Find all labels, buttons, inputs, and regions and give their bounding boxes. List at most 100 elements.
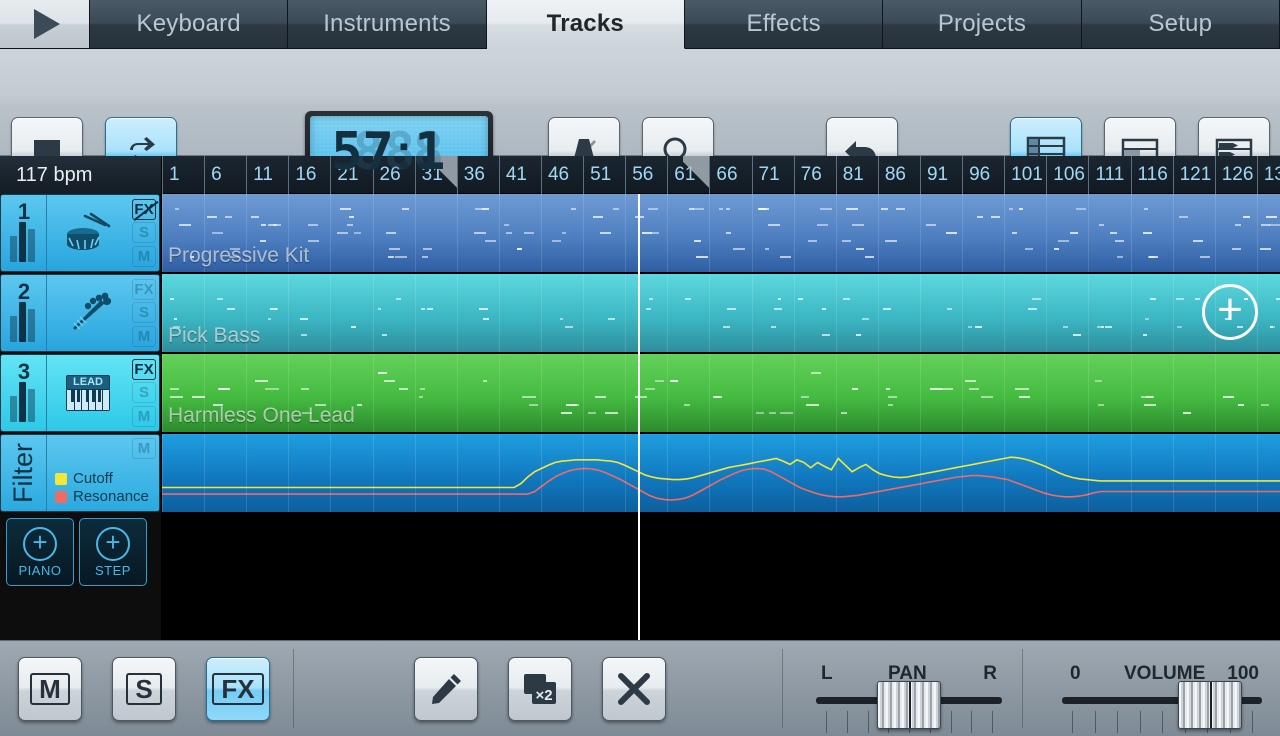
- add-step-track-button[interactable]: + STEP: [79, 518, 147, 586]
- position-beats: 1: [414, 122, 446, 182]
- track-buttons-2: FX S M: [129, 275, 159, 351]
- position-bars: 57: [331, 122, 394, 182]
- legend-item-resonance: Resonance: [55, 488, 149, 506]
- tab-projects[interactable]: Projects: [883, 0, 1082, 49]
- clip-progressive-kit[interactable]: Progressive Kit: [162, 194, 1280, 272]
- track-header-column: 1 FX S M 2 FX S M 3 LEAD FX S M Filter C…: [0, 194, 162, 640]
- tab-label: Instruments: [323, 10, 451, 37]
- duplicate-button[interactable]: ×2: [508, 657, 572, 721]
- track-number-cell: 2: [1, 275, 47, 351]
- solo-label: S: [126, 673, 162, 705]
- tab-label: Keyboard: [136, 10, 241, 37]
- add-button-label: PIANO: [18, 562, 62, 578]
- track-mute-button[interactable]: M: [132, 325, 156, 347]
- pan-slider[interactable]: L PAN R: [816, 663, 1002, 733]
- track-number-cell: 3: [1, 355, 47, 431]
- track-fx-button[interactable]: FX: [132, 279, 156, 301]
- transport-toolbar: 88 57 : 8 1: [0, 49, 1280, 193]
- timeline-lanes[interactable]: Progressive Kit Pick Bass Harmless One L…: [162, 194, 1280, 640]
- track-fx-button[interactable]: FX: [132, 359, 156, 381]
- track-buttons-3: FX S M: [129, 355, 159, 431]
- track-instrument-cell[interactable]: LEAD: [47, 355, 129, 431]
- mute-button[interactable]: M: [18, 657, 82, 721]
- clip-label: Harmless One Lead: [168, 404, 355, 427]
- close-x-icon: [618, 673, 650, 705]
- volume-slider[interactable]: 0 VOLUME 100: [1062, 663, 1262, 733]
- ruler-bar-number: 66: [709, 156, 751, 194]
- timeline-ruler[interactable]: 117 bpm 16111621263136414651566166717681…: [0, 156, 1280, 194]
- add-button-label: STEP: [95, 562, 131, 578]
- tab-effects[interactable]: Effects: [684, 0, 884, 49]
- ruler-bar-number: 106: [1046, 156, 1088, 194]
- track-buttons-1: FX S M: [129, 195, 159, 271]
- clip-notes: [162, 274, 1280, 352]
- track-header-1[interactable]: 1 FX S M: [0, 194, 160, 272]
- track-fx-button[interactable]: FX: [132, 199, 156, 221]
- lead-keyboard-icon: LEAD: [62, 371, 114, 415]
- ruler-bars[interactable]: 1611162126313641465156616671768186919610…: [162, 156, 1280, 194]
- add-track-row: + PIANO + STEP: [0, 514, 161, 586]
- duplicate-icon: ×2: [524, 674, 556, 704]
- ruler-bar-number: 16: [288, 156, 330, 194]
- track-level-meter: [10, 382, 35, 422]
- tab-label: Effects: [746, 10, 821, 37]
- tab-instruments[interactable]: Instruments: [288, 0, 487, 49]
- ruler-bar-number: 96: [962, 156, 1004, 194]
- automation-track-header[interactable]: Filter Cutoff Resonance M: [0, 434, 160, 512]
- tab-label: Setup: [1148, 10, 1213, 37]
- tab-setup[interactable]: Setup: [1081, 0, 1280, 49]
- ruler-bar-number: 81: [835, 156, 878, 194]
- ruler-bar-number: 126: [1214, 156, 1257, 194]
- legend-item-cutoff: Cutoff: [55, 470, 149, 488]
- ruler-bar-number: 46: [540, 156, 583, 194]
- mute-label: M: [30, 673, 70, 705]
- loop-marker[interactable]: [683, 156, 710, 194]
- tempo-display[interactable]: 117 bpm: [0, 156, 162, 194]
- toolbar-divider: [293, 649, 294, 728]
- tab-keyboard[interactable]: Keyboard: [90, 0, 289, 49]
- track-solo-button[interactable]: S: [132, 222, 156, 244]
- solo-button[interactable]: S: [112, 657, 176, 721]
- toolbar-divider: [1022, 649, 1023, 728]
- drum-kit-icon: [67, 212, 111, 250]
- tab-play[interactable]: [0, 0, 90, 49]
- ruler-bar-number: 41: [498, 156, 541, 194]
- clip-pick-bass[interactable]: Pick Bass: [162, 274, 1280, 352]
- tab-tracks[interactable]: Tracks: [486, 0, 685, 49]
- track-header-3[interactable]: 3 LEAD FX S M: [0, 354, 160, 432]
- ruler-bar-number: 131: [1256, 156, 1280, 194]
- clip-label: Progressive Kit: [168, 244, 310, 267]
- track-header-2[interactable]: 2 FX S M: [0, 274, 160, 352]
- track-solo-button[interactable]: S: [132, 382, 156, 404]
- pan-knob[interactable]: [877, 681, 941, 729]
- fx-label: FX: [212, 673, 264, 705]
- automation-lane-filter[interactable]: [162, 434, 1280, 512]
- play-icon: [33, 9, 60, 39]
- legend-label: Cutoff: [73, 470, 113, 487]
- bottom-toolbar: M S FX ×2 L PAN R 0 VOLUME 100: [0, 640, 1280, 736]
- track-mute-button[interactable]: M: [132, 245, 156, 267]
- bass-guitar-icon: [73, 292, 112, 330]
- track-mute-button[interactable]: M: [132, 405, 156, 427]
- ruler-bar-number: 86: [877, 156, 920, 194]
- clip-harmless-one-lead[interactable]: Harmless One Lead: [162, 354, 1280, 432]
- track-instrument-cell[interactable]: [47, 195, 129, 271]
- delete-button[interactable]: [602, 657, 666, 721]
- tab-label: Projects: [937, 10, 1027, 37]
- track-solo-button[interactable]: S: [132, 302, 156, 324]
- ruler-bar-number: 76: [793, 156, 836, 194]
- ruler-bar-number: 51: [583, 156, 625, 194]
- playhead[interactable]: [637, 194, 640, 640]
- volume-knob[interactable]: [1177, 681, 1242, 729]
- tab-label: Tracks: [546, 10, 624, 37]
- track-instrument-cell[interactable]: [47, 275, 129, 351]
- fx-button[interactable]: FX: [206, 657, 270, 721]
- add-track-button[interactable]: +: [1202, 284, 1258, 340]
- add-piano-track-button[interactable]: + PIANO: [6, 518, 74, 586]
- track-mute-button[interactable]: M: [132, 438, 156, 459]
- plus-circle-icon: +: [23, 526, 57, 561]
- ruler-bar-number: 11: [246, 156, 288, 194]
- automation-label-cell: Filter: [1, 435, 47, 511]
- edit-button[interactable]: [414, 657, 478, 721]
- ruler-bar-number: 91: [919, 156, 962, 194]
